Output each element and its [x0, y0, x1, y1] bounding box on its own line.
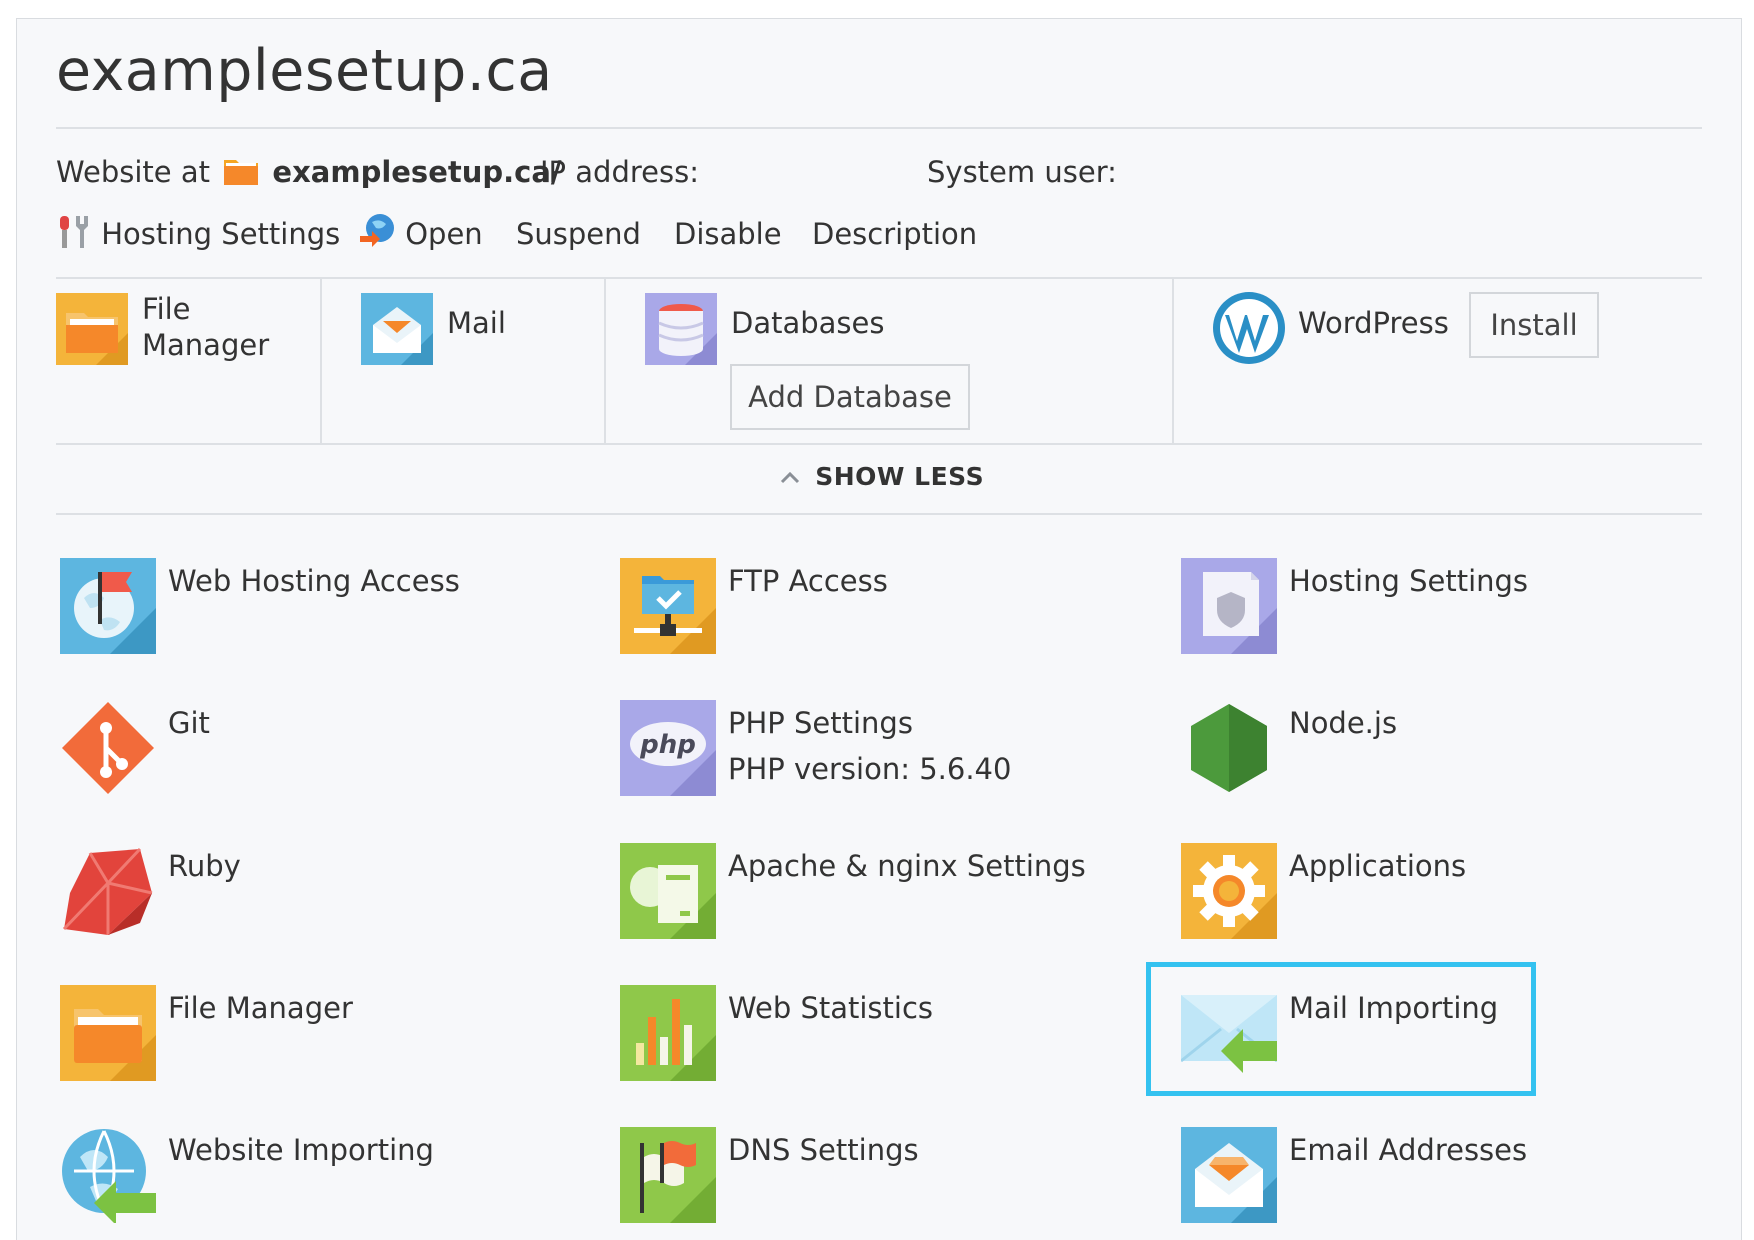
- website-path-link[interactable]: examplesetup.ca/: [272, 155, 561, 189]
- applications-tool[interactable]: Applications: [1181, 843, 1721, 953]
- tool-label: Ruby: [168, 849, 241, 883]
- tool-label: FTP Access: [728, 564, 888, 598]
- databases-link[interactable]: Databases: [731, 305, 884, 341]
- file-manager-icon: [56, 293, 128, 365]
- ruby-tool[interactable]: Ruby: [60, 843, 600, 953]
- hosting-settings-icon: [1181, 558, 1277, 654]
- dns-flag-icon: [620, 1127, 716, 1223]
- divider: [56, 277, 1702, 279]
- divider: [56, 127, 1702, 129]
- web-statistics-tool[interactable]: Web Statistics: [620, 985, 1160, 1095]
- dns-settings-tool[interactable]: DNS Settings: [620, 1127, 1160, 1237]
- page-title: examplesetup.ca: [56, 38, 553, 104]
- tool-label: Web Statistics: [728, 991, 934, 1025]
- file-manager-line1: File: [142, 292, 191, 326]
- svg-text:php: php: [639, 730, 696, 760]
- column-divider: [1172, 279, 1174, 443]
- git-icon: [62, 702, 154, 794]
- chevron-up-icon: [780, 471, 800, 484]
- tool-label: Node.js: [1289, 706, 1398, 740]
- open-action[interactable]: Open: [358, 212, 483, 256]
- gear-icon: [1181, 843, 1277, 939]
- wordpress-link[interactable]: WordPress: [1298, 305, 1449, 341]
- web-hosting-access-tool[interactable]: Web Hosting Access: [60, 558, 600, 668]
- wordpress-install-button[interactable]: Install: [1469, 292, 1599, 358]
- apache-nginx-settings-tool[interactable]: Apache & nginx Settings: [620, 843, 1160, 953]
- website-at-label: Website at: [56, 155, 210, 189]
- nodejs-icon: [1191, 704, 1267, 792]
- ftp-access-tool[interactable]: FTP Access: [620, 558, 1160, 668]
- tool-label: PHP Settings: [728, 706, 913, 740]
- tool-label: Git: [168, 706, 210, 740]
- description-action[interactable]: Description: [812, 212, 977, 256]
- system-user-label: System user:: [927, 155, 1117, 189]
- open-label: Open: [405, 217, 483, 251]
- tool-label: Hosting Settings: [1289, 564, 1529, 598]
- folder-icon: [224, 160, 259, 185]
- email-addresses-tool[interactable]: Email Addresses: [1181, 1127, 1721, 1237]
- ftp-folder-icon: [620, 558, 716, 654]
- nodejs-tool[interactable]: Node.js: [1181, 700, 1721, 810]
- tool-label: Web Hosting Access: [168, 564, 460, 598]
- show-less-toggle[interactable]: SHOW LESS: [780, 462, 984, 491]
- wordpress-icon: [1213, 292, 1285, 364]
- git-tool[interactable]: Git: [60, 700, 600, 810]
- hosting-settings-action[interactable]: Hosting Settings: [56, 212, 340, 256]
- globe-flag-icon: [60, 558, 156, 654]
- suspend-action[interactable]: Suspend: [516, 212, 641, 256]
- globe-arrow-icon: [360, 214, 394, 247]
- divider: [56, 513, 1702, 515]
- column-divider: [604, 279, 606, 443]
- php-settings-tool[interactable]: php PHP Settings PHP version: 5.6.40: [620, 700, 1160, 810]
- apache-nginx-icon: [620, 843, 716, 939]
- ip-address-label: IP address:: [540, 155, 699, 189]
- add-database-button[interactable]: Add Database: [730, 364, 970, 430]
- php-version-text: PHP version: 5.6.40: [728, 752, 1012, 786]
- tool-label: DNS Settings: [728, 1133, 919, 1167]
- tool-label: Applications: [1289, 849, 1467, 883]
- file-manager-link[interactable]: File Manager: [142, 291, 269, 363]
- divider: [56, 443, 1702, 445]
- tool-label: Email Addresses: [1289, 1133, 1528, 1167]
- folder-icon: [60, 985, 156, 1081]
- disable-action[interactable]: Disable: [674, 212, 782, 256]
- hosting-settings-tool[interactable]: Hosting Settings: [1181, 558, 1721, 668]
- mail-importing-highlight: [1146, 962, 1536, 1096]
- show-less-label: SHOW LESS: [815, 462, 985, 491]
- tools-icon: [60, 216, 88, 248]
- ruby-icon: [62, 847, 153, 935]
- mail-link[interactable]: Mail: [447, 305, 506, 341]
- hosting-settings-label: Hosting Settings: [101, 217, 341, 251]
- tool-label: File Manager: [168, 991, 353, 1025]
- databases-icon: [645, 293, 717, 365]
- file-manager-tool[interactable]: File Manager: [60, 985, 600, 1095]
- mail-icon: [361, 293, 433, 365]
- column-divider: [320, 279, 322, 443]
- bar-chart-icon: [620, 985, 716, 1081]
- website-info: Website at examplesetup.ca/: [56, 150, 562, 194]
- php-icon: php: [620, 700, 716, 796]
- tool-label: Website Importing: [168, 1133, 434, 1167]
- email-icon: [1181, 1127, 1277, 1223]
- website-importing-tool[interactable]: Website Importing: [60, 1127, 600, 1237]
- file-manager-line2: Manager: [142, 328, 270, 362]
- globe-import-icon: [62, 1129, 156, 1223]
- tool-label: Apache & nginx Settings: [728, 849, 1086, 883]
